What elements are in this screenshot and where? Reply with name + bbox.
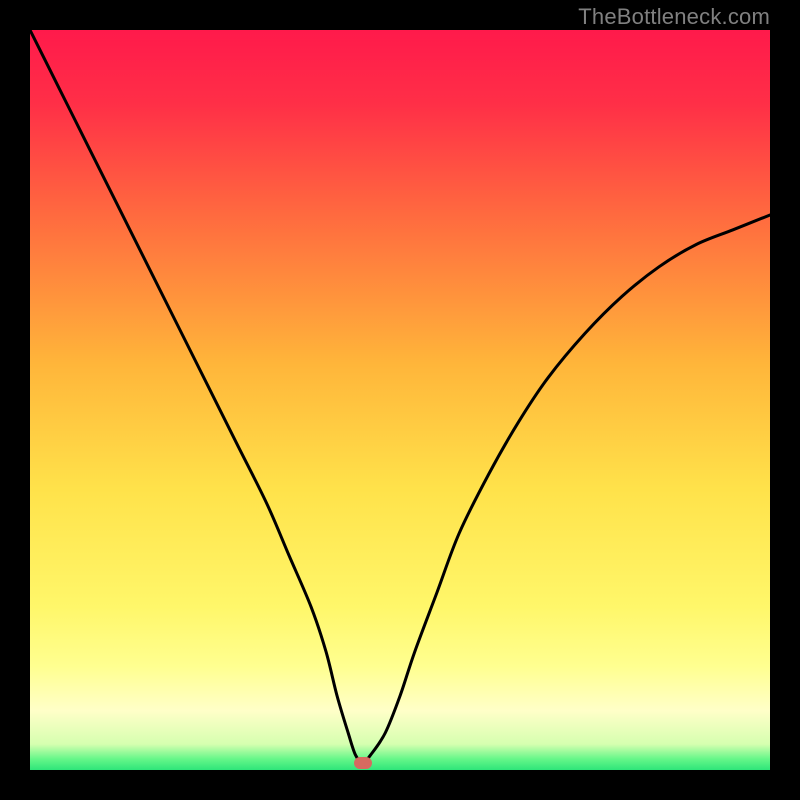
plot-svg: [30, 30, 770, 770]
gradient-background: [30, 30, 770, 770]
minimum-marker: [354, 757, 372, 769]
plot-area: [30, 30, 770, 770]
chart-frame: TheBottleneck.com: [0, 0, 800, 800]
watermark-text: TheBottleneck.com: [578, 4, 770, 30]
